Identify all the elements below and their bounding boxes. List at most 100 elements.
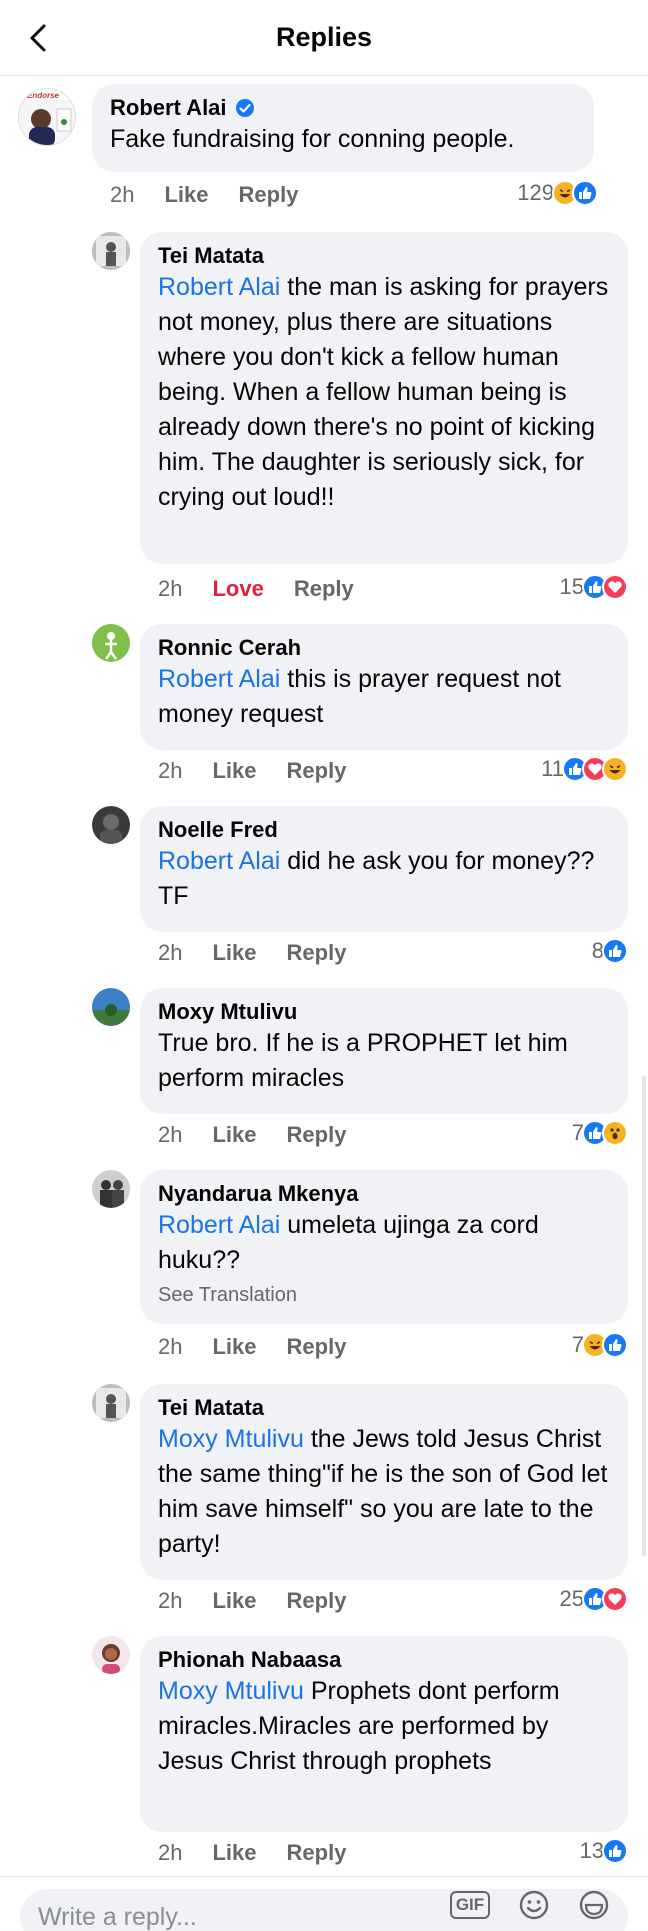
reply-button[interactable]: Reply xyxy=(287,1122,347,1148)
like-icon xyxy=(602,938,628,964)
reply-author[interactable]: Ronnic Cerah xyxy=(158,634,610,662)
reaction-summary[interactable]: 7 xyxy=(572,1120,628,1146)
reply-bubble[interactable]: Nyandarua Mkenya Robert Alai umeleta uji… xyxy=(140,1170,628,1324)
like-button[interactable]: Like xyxy=(212,940,256,966)
love-icon xyxy=(602,1586,628,1612)
reply-bubble[interactable]: Phionah Nabaasa Moxy Mtulivu Prophets do… xyxy=(140,1636,628,1832)
reply-actions: 2h Like Reply xyxy=(158,1840,346,1866)
comment-actions: 2h Like Reply xyxy=(110,182,298,208)
reply-button[interactable]: Reply xyxy=(287,1840,347,1866)
reply-bubble[interactable]: Tei Matata Moxy Mtulivu the Jews told Je… xyxy=(140,1384,628,1580)
reply-time[interactable]: 2h xyxy=(158,1334,182,1360)
verified-badge-icon xyxy=(235,99,254,117)
reply-button[interactable]: Reply xyxy=(239,182,299,208)
reply-text: Moxy Mtulivu the Jews told Jesus Christ … xyxy=(158,1422,610,1562)
chevron-left-icon xyxy=(30,24,46,52)
reaction-count: 25 xyxy=(559,1586,584,1611)
replies-thread: Endorse Robert Alai Fake fundraising for… xyxy=(0,76,648,1876)
avatar[interactable] xyxy=(92,1170,130,1208)
back-button[interactable] xyxy=(18,18,58,58)
reply-actions: 2h Like Reply xyxy=(158,1122,346,1148)
mention-link[interactable]: Robert Alai xyxy=(158,847,280,875)
reply-actions: 2h Like Reply xyxy=(158,940,346,966)
reply-placeholder: Write a reply... xyxy=(38,1903,197,1931)
mention-link[interactable]: Robert Alai xyxy=(158,665,280,693)
reaction-summary[interactable]: 129 xyxy=(517,180,598,206)
reply-time[interactable]: 2h xyxy=(158,576,182,602)
like-button[interactable]: Like xyxy=(212,1840,256,1866)
avatar[interactable] xyxy=(92,624,130,662)
reply-button[interactable]: Reply xyxy=(287,1334,347,1360)
reply-button[interactable]: Reply xyxy=(287,1588,347,1614)
reply-actions: 2h Like Reply xyxy=(158,758,346,784)
reply-button[interactable]: Reply xyxy=(294,576,354,602)
love-button[interactable]: Love xyxy=(212,576,263,602)
haha-icon xyxy=(602,756,628,782)
avatar[interactable] xyxy=(92,232,130,270)
reply-author[interactable]: Nyandarua Mkenya xyxy=(158,1180,610,1208)
reaction-summary[interactable]: 15 xyxy=(560,574,628,600)
like-button[interactable]: Like xyxy=(164,182,208,208)
reaction-count: 13 xyxy=(579,1838,604,1863)
reply-body: the man is asking for prayers not money,… xyxy=(158,273,609,511)
like-icon xyxy=(602,1838,628,1864)
avatar-caption: Endorse xyxy=(27,91,60,100)
reply-text: True bro. If he is a PROPHET let him per… xyxy=(158,1029,568,1092)
reply-author[interactable]: Tei Matata xyxy=(158,242,610,270)
mention-link[interactable]: Robert Alai xyxy=(158,1211,280,1239)
gif-label: GIF xyxy=(455,1895,485,1914)
reply-bubble[interactable]: Noelle Fred Robert Alai did he ask you f… xyxy=(140,806,628,932)
reply-text: Robert Alai umeleta ujinga za cord huku?… xyxy=(158,1208,610,1278)
like-button[interactable]: Like xyxy=(212,1122,256,1148)
like-icon xyxy=(572,180,598,206)
page-title: Replies xyxy=(275,22,373,52)
reply-composer: Write a reply... GIF xyxy=(0,1876,648,1931)
reply-bubble[interactable]: Ronnic Cerah Robert Alai this is prayer … xyxy=(140,624,628,750)
emoji-button[interactable] xyxy=(516,1887,552,1923)
smiley-icon xyxy=(519,1890,549,1920)
like-button[interactable]: Like xyxy=(212,1334,256,1360)
reply-time[interactable]: 2h xyxy=(158,1122,182,1148)
reply-author[interactable]: Moxy Mtulivu xyxy=(158,998,610,1026)
mention-link[interactable]: Moxy Mtulivu xyxy=(158,1425,304,1453)
avatar[interactable] xyxy=(92,1636,130,1674)
reaction-summary[interactable]: 11 xyxy=(541,756,628,782)
reply-bubble[interactable]: Tei Matata Robert Alai the man is asking… xyxy=(140,232,628,564)
like-button[interactable]: Like xyxy=(212,1588,256,1614)
scrollbar[interactable] xyxy=(642,1076,646,1556)
mention-link[interactable]: Moxy Mtulivu xyxy=(158,1677,304,1705)
avatar[interactable]: Endorse xyxy=(18,88,76,146)
avatar[interactable] xyxy=(92,1384,130,1422)
reply-button[interactable]: Reply xyxy=(287,758,347,784)
reaction-summary[interactable]: 7 xyxy=(572,1332,628,1358)
gif-button[interactable]: GIF xyxy=(448,1887,492,1923)
reply-text: Robert Alai this is prayer request not m… xyxy=(158,662,610,732)
reply-author[interactable]: Noelle Fred xyxy=(158,816,610,844)
avatar[interactable] xyxy=(92,806,130,844)
gif-icon: GIF xyxy=(449,1891,491,1919)
reply-time[interactable]: 2h xyxy=(158,1588,182,1614)
comment-bubble[interactable]: Robert Alai Fake fundraising for conning… xyxy=(92,84,594,172)
avatar[interactable] xyxy=(92,988,130,1026)
mention-link[interactable]: Robert Alai xyxy=(158,273,280,301)
comment-author[interactable]: Robert Alai xyxy=(110,94,576,122)
reply-bubble[interactable]: Moxy Mtulivu True bro. If he is a PROPHE… xyxy=(140,988,628,1114)
comment-time[interactable]: 2h xyxy=(110,182,134,208)
like-button[interactable]: Like xyxy=(212,758,256,784)
reply-time[interactable]: 2h xyxy=(158,940,182,966)
reply-time[interactable]: 2h xyxy=(158,1840,182,1866)
wow-icon xyxy=(602,1120,628,1146)
sticker-button[interactable] xyxy=(576,1887,612,1923)
reply-button[interactable]: Reply xyxy=(287,940,347,966)
reaction-summary[interactable]: 8 xyxy=(592,938,628,964)
see-translation-link[interactable]: See Translation xyxy=(158,1280,610,1310)
reaction-count: 15 xyxy=(559,574,584,599)
author-name[interactable]: Robert Alai xyxy=(110,94,227,122)
reaction-summary[interactable]: 13 xyxy=(580,1838,628,1864)
reply-actions: 2h Like Reply xyxy=(158,1334,346,1360)
reply-author[interactable]: Tei Matata xyxy=(158,1394,610,1422)
reaction-summary[interactable]: 25 xyxy=(560,1586,628,1612)
reply-author[interactable]: Phionah Nabaasa xyxy=(158,1646,610,1674)
reply-actions: 2h Like Reply xyxy=(158,1588,346,1614)
reply-time[interactable]: 2h xyxy=(158,758,182,784)
